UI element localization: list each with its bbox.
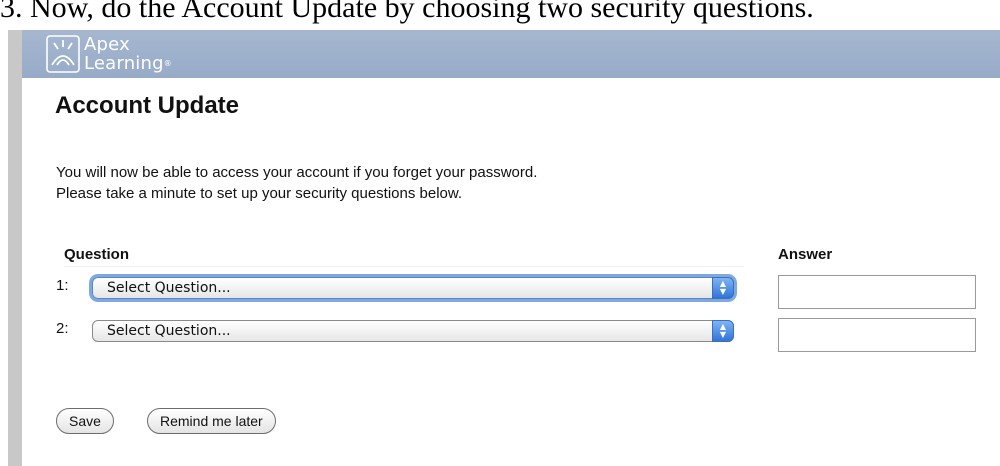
intro-line-2: Please take a minute to set up your secu… xyxy=(56,185,463,202)
logo-line-apex: Apex xyxy=(84,34,130,55)
select-arrows-icon: ▲ ▼ xyxy=(712,320,734,342)
instruction-caption: 3. Now, do the Account Update by choosin… xyxy=(0,0,814,24)
save-button[interactable]: Save xyxy=(56,408,114,434)
intro-line-1: You will now be able to access your acco… xyxy=(56,164,538,181)
answer-column-header: Answer xyxy=(778,246,833,263)
intro-text: You will now be able to access your acco… xyxy=(56,162,537,204)
page-title: Account Update xyxy=(55,92,240,119)
question-column-header: Question xyxy=(64,246,130,263)
logo-wordmark: Apex Learning® xyxy=(84,35,172,73)
answer-input-1[interactable] xyxy=(778,275,976,309)
question-select-1-value: Select Question... xyxy=(107,280,231,296)
app-header: Apex Learning® xyxy=(22,30,1000,78)
apex-learning-logo: Apex Learning® xyxy=(46,32,172,76)
registered-mark: ® xyxy=(163,59,172,68)
answer-input-2[interactable] xyxy=(778,318,976,352)
question-number-2: 2: xyxy=(56,320,69,337)
header-divider xyxy=(64,266,744,267)
left-border xyxy=(8,30,22,466)
remind-me-later-button[interactable]: Remind me later xyxy=(147,408,276,434)
main-content: Account Update You will now be able to a… xyxy=(22,78,1000,466)
logo-learning-text: Learning xyxy=(84,53,164,74)
question-select-1[interactable]: Select Question... ▲ ▼ xyxy=(92,277,734,299)
select-arrows-icon: ▲ ▼ xyxy=(712,277,734,299)
apex-learning-logo-icon xyxy=(46,35,80,73)
question-select-2[interactable]: Select Question... ▲ ▼ xyxy=(92,320,734,342)
question-number-1: 1: xyxy=(56,277,69,294)
question-select-2-value: Select Question... xyxy=(107,323,231,339)
logo-line-learning: Learning® xyxy=(84,54,172,73)
